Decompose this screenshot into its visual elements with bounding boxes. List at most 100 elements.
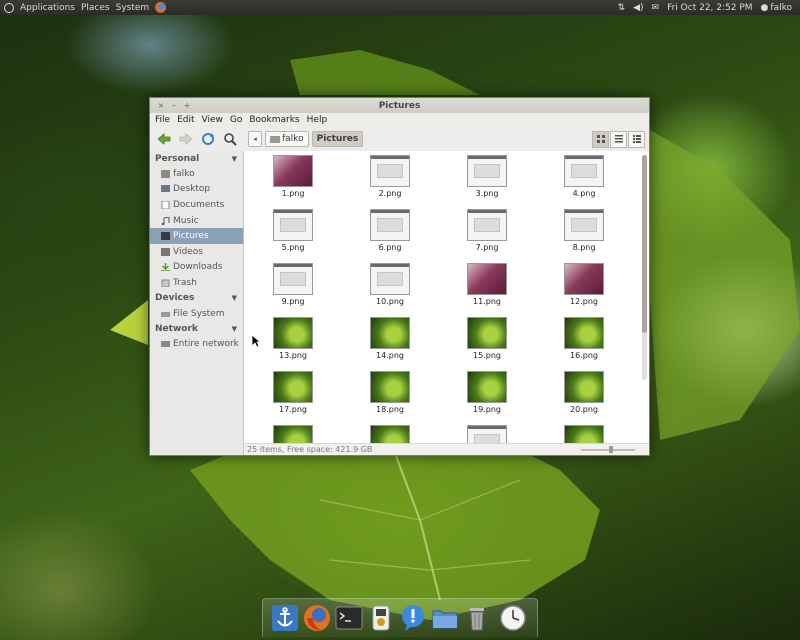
sidebar-item-desktop[interactable]: Desktop bbox=[150, 182, 243, 198]
mail-icon[interactable]: ✉ bbox=[652, 3, 660, 13]
harddisk-icon bbox=[161, 311, 170, 317]
file-item[interactable]: 7.png bbox=[447, 209, 527, 252]
breadcrumb-falko[interactable]: falko bbox=[265, 131, 309, 147]
scrollbar-thumb[interactable] bbox=[642, 155, 647, 333]
file-item[interactable]: 1.png bbox=[253, 155, 333, 198]
sidebar-item-downloads[interactable]: Downloads bbox=[150, 260, 243, 276]
thumbnail-window-preview bbox=[377, 218, 403, 232]
breadcrumb-pictures[interactable]: Pictures bbox=[311, 131, 364, 147]
ubuntu-logo-icon[interactable] bbox=[4, 2, 14, 13]
clock-label[interactable]: Fri Oct 22, 2:52 PM bbox=[667, 3, 752, 13]
file-name: 14.png bbox=[376, 351, 404, 360]
file-item[interactable]: 19.png bbox=[447, 371, 527, 414]
search-icon[interactable] bbox=[222, 131, 238, 147]
file-item[interactable]: 13.png bbox=[253, 317, 333, 360]
collapse-arrow-icon[interactable]: ▼ bbox=[232, 294, 237, 302]
file-item[interactable]: 8.png bbox=[544, 209, 624, 252]
file-name: 7.png bbox=[475, 243, 499, 252]
sidebar-item-trash[interactable]: Trash bbox=[150, 275, 243, 291]
file-item[interactable]: 10.png bbox=[350, 263, 430, 306]
file-item[interactable]: 18.png bbox=[350, 371, 430, 414]
file-item[interactable]: 5.png bbox=[253, 209, 333, 252]
sidebar-item-videos[interactable]: Videos bbox=[150, 244, 243, 260]
collapse-arrow-icon[interactable]: ▼ bbox=[232, 155, 237, 163]
places-menu[interactable]: Places bbox=[81, 3, 110, 13]
media-player-icon[interactable] bbox=[367, 604, 395, 632]
reload-icon[interactable] bbox=[200, 131, 216, 147]
image-thumbnail bbox=[273, 263, 313, 295]
file-item[interactable]: 2.png bbox=[350, 155, 430, 198]
sidebar-item-entire-network[interactable]: Entire network bbox=[150, 336, 243, 352]
applications-menu[interactable]: Applications bbox=[20, 3, 75, 13]
menu-bookmarks[interactable]: Bookmarks bbox=[249, 115, 299, 125]
zoom-slider-knob[interactable] bbox=[609, 445, 613, 453]
sidebar-section-devices[interactable]: Devices ▼ bbox=[150, 291, 243, 306]
system-menu[interactable]: System bbox=[116, 3, 150, 13]
file-item[interactable]: 12.png bbox=[544, 263, 624, 306]
image-thumbnail bbox=[370, 209, 410, 241]
forward-arrow-icon[interactable] bbox=[178, 131, 194, 147]
sidebar-item-label: File System bbox=[173, 308, 225, 319]
sidebar-item-falko[interactable]: falko bbox=[150, 166, 243, 182]
thumbnail-window-preview bbox=[571, 164, 597, 178]
terminal-icon[interactable] bbox=[335, 604, 363, 632]
anchor-icon[interactable] bbox=[271, 604, 299, 632]
sidebar-item-music[interactable]: Music bbox=[150, 213, 243, 229]
file-item[interactable]: 16.png bbox=[544, 317, 624, 360]
user-icon[interactable]: ● bbox=[761, 3, 769, 13]
file-item[interactable]: 6.png bbox=[350, 209, 430, 252]
menu-view[interactable]: View bbox=[202, 115, 223, 125]
minimize-icon[interactable]: – bbox=[169, 101, 179, 111]
file-item[interactable]: 15.png bbox=[447, 317, 527, 360]
image-thumbnail bbox=[370, 155, 410, 187]
sidebar-item-documents[interactable]: Documents bbox=[150, 197, 243, 213]
file-name: 15.png bbox=[473, 351, 501, 360]
file-name: 9.png bbox=[281, 297, 305, 306]
vertical-scrollbar[interactable] bbox=[642, 155, 647, 380]
image-thumbnail bbox=[564, 263, 604, 295]
back-arrow-icon[interactable] bbox=[156, 131, 172, 147]
compact-view-icon[interactable] bbox=[628, 130, 645, 148]
file-item[interactable]: 9.png bbox=[253, 263, 333, 306]
sidebar-section-personal[interactable]: Personal ▼ bbox=[150, 151, 243, 166]
clock-icon[interactable] bbox=[499, 604, 527, 632]
breadcrumb-left-arrow[interactable]: ◂ bbox=[248, 131, 262, 147]
file-item[interactable]: 14.png bbox=[350, 317, 430, 360]
firefox-icon[interactable] bbox=[155, 2, 167, 13]
file-name: 18.png bbox=[376, 405, 404, 414]
collapse-arrow-icon[interactable]: ▼ bbox=[232, 325, 237, 333]
file-name: 5.png bbox=[281, 243, 305, 252]
volume-icon[interactable]: ◀) bbox=[633, 3, 643, 13]
image-thumbnail bbox=[370, 317, 410, 349]
file-item[interactable]: 17.png bbox=[253, 371, 333, 414]
maximize-icon[interactable]: + bbox=[182, 101, 192, 111]
firefox-icon[interactable] bbox=[303, 604, 331, 632]
icon-view-icon[interactable] bbox=[592, 130, 609, 148]
list-view-icon[interactable] bbox=[610, 130, 627, 148]
menu-file[interactable]: File bbox=[155, 115, 170, 125]
sidebar-section-network[interactable]: Network ▼ bbox=[150, 321, 243, 336]
menubar: File Edit View Go Bookmarks Help bbox=[150, 113, 649, 127]
notification-icon[interactable] bbox=[399, 604, 427, 632]
pictures-icon bbox=[161, 232, 170, 241]
file-item[interactable]: 4.png bbox=[544, 155, 624, 198]
menu-help[interactable]: Help bbox=[307, 115, 328, 125]
image-thumbnail bbox=[370, 371, 410, 403]
close-icon[interactable]: × bbox=[156, 101, 166, 111]
sidebar-item-file-system[interactable]: File System bbox=[150, 306, 243, 322]
sidebar-item-pictures[interactable]: Pictures bbox=[150, 228, 243, 244]
trash-icon[interactable] bbox=[463, 604, 491, 632]
file-item[interactable]: 20.png bbox=[544, 371, 624, 414]
file-item[interactable]: 11.png bbox=[447, 263, 527, 306]
music-icon bbox=[161, 216, 170, 225]
user-name[interactable]: falko bbox=[770, 3, 792, 13]
zoom-slider[interactable] bbox=[581, 445, 635, 453]
sidebar-item-label: Desktop bbox=[173, 184, 211, 195]
file-manager-icon[interactable] bbox=[431, 604, 459, 632]
file-item[interactable]: 3.png bbox=[447, 155, 527, 198]
menu-go[interactable]: Go bbox=[230, 115, 242, 125]
menu-edit[interactable]: Edit bbox=[177, 115, 194, 125]
image-thumbnail bbox=[564, 371, 604, 403]
window-titlebar[interactable]: × – + Pictures bbox=[150, 98, 649, 113]
network-icon[interactable]: ⇅ bbox=[618, 3, 626, 13]
